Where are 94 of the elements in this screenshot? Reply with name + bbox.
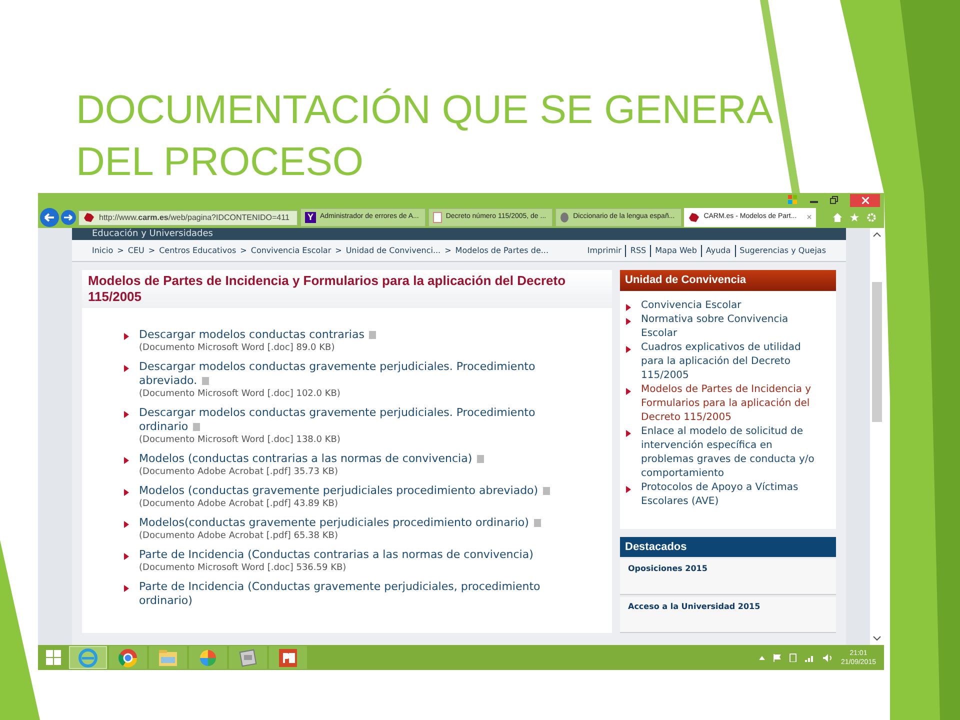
sidebar-link[interactable]: Normativa sobre Convivencia Escolar <box>641 313 820 341</box>
slide-title: DOCUMENTACIÓN QUE SE GENERA DEL PROCESO <box>76 87 773 186</box>
bullet-arrow-icon <box>626 388 631 395</box>
breadcrumb-separator: > <box>335 244 342 256</box>
scroll-thumb[interactable] <box>872 282 882 422</box>
home-icon <box>833 213 842 222</box>
utility-link[interactable]: Sugerencias y Quejas <box>734 244 826 256</box>
breadcrumb-link[interactable]: Centros Educativos <box>159 244 236 256</box>
breadcrumb-link[interactable]: Modelos de Partes de... <box>455 244 549 256</box>
folder-icon <box>158 648 178 666</box>
sidebar-link[interactable]: Protocolos de Apoyo a Víctimas Escolares (AVE) <box>641 481 820 509</box>
e-logo-icon <box>78 648 98 668</box>
taskbar-app-button[interactable] <box>229 646 267 669</box>
close-icon <box>862 196 868 204</box>
page-icon <box>432 212 442 223</box>
file-info: (Documento Adobe Acrobat [.pdf] 65.38 KB) <box>139 530 339 543</box>
bullet-arrow-icon <box>124 521 129 528</box>
featured-link[interactable]: Acceso a la Universidad 2015 <box>620 597 836 633</box>
document-link[interactable]: Modelos(conductas gravemente perjudiciales procedimiento ordinario) <box>139 516 541 530</box>
utility-link[interactable]: Ayuda <box>700 244 731 256</box>
pinwheel-icon <box>198 648 218 668</box>
bullet-arrow-icon <box>626 346 631 353</box>
url-text: http://www.carm.es/web/pagina?IDCONTENIDO=411 <box>99 212 290 224</box>
taskbar-app-button[interactable] <box>69 646 107 669</box>
chevron-down-icon <box>873 636 881 641</box>
left-arrow-icon <box>44 213 55 222</box>
battery-icon <box>788 653 797 662</box>
tool-window-icon <box>239 648 257 666</box>
bullet-arrow-icon <box>124 365 129 372</box>
sidebar-heading: Unidad de Convivencia <box>620 270 836 291</box>
bullet-arrow-icon <box>626 430 631 437</box>
settings-icon <box>867 213 876 222</box>
breadcrumb-link[interactable]: Convivencia Escolar <box>250 244 332 256</box>
close-tab-button[interactable]: × <box>806 210 812 224</box>
file-info: (Documento Microsoft Word [.doc] 102.0 KB) <box>139 388 342 401</box>
bullet-arrow-icon <box>124 553 129 560</box>
p-document-icon <box>278 648 298 668</box>
scrollbar[interactable] <box>870 228 884 645</box>
forward-button[interactable] <box>61 210 76 225</box>
speaker-icon <box>822 654 833 662</box>
restore-icon <box>830 196 838 204</box>
windows-flag-icon <box>788 195 798 205</box>
utility-link[interactable]: RSS <box>625 244 646 256</box>
region-map-icon <box>688 212 700 223</box>
breadcrumb-separator: > <box>148 244 156 256</box>
breadcrumb-separator: > <box>444 244 452 256</box>
sidebar-link[interactable]: Enlace al modelo de solicitud de intervención específica en problemas graves de conducta y/o comportamiento <box>641 425 820 481</box>
signal-icon <box>804 654 815 662</box>
utility-link[interactable]: Mapa Web <box>650 244 697 256</box>
utility-link[interactable]: Imprimir <box>587 244 622 256</box>
sidebar-link[interactable]: Modelos de Partes de Incidencia y Formularios para la aplicación del Decreto 115/2005 <box>641 383 820 425</box>
star-icon <box>850 213 859 222</box>
taskbar-app-button[interactable] <box>189 646 227 669</box>
bullet-arrow-icon <box>626 486 631 493</box>
document-link[interactable]: Modelos (conductas gravemente perjudiciales procedimiento abreviado) <box>139 484 550 498</box>
sidebar-link[interactable]: Convivencia Escolar <box>641 299 742 313</box>
document-link[interactable]: Descargar modelos conductas contrarias <box>139 328 376 342</box>
taskbar-app-button[interactable] <box>109 646 147 669</box>
breadcrumb-link[interactable]: CEU <box>128 244 144 256</box>
breadcrumb-link[interactable]: Inicio <box>92 244 114 256</box>
browser-logo-icon <box>118 648 138 668</box>
featured-heading: Destacados <box>620 537 836 557</box>
file-info: (Documento Microsoft Word [.doc] 89.0 KB) <box>139 342 336 355</box>
document-link[interactable]: Parte de Incidencia (Conductas contrarias a las normas de convivencia) <box>139 548 534 562</box>
tray-arrow-icon <box>758 656 765 660</box>
document-link[interactable]: Parte de Incidencia (Conductas gravemente perjudiciales, procedimiento ordinario) <box>139 580 570 608</box>
bullet-arrow-icon <box>124 457 129 464</box>
bullet-arrow-icon <box>124 585 129 592</box>
document-link[interactable]: Descargar modelos conductas gravemente perjudiciales. Procedimiento abreviado. <box>139 360 570 388</box>
breadcrumb-separator: > <box>117 244 124 256</box>
flag-icon <box>772 654 781 662</box>
breadcrumb-separator: > <box>240 244 247 256</box>
region-map-icon <box>83 212 95 223</box>
chevron-up-icon <box>873 232 881 237</box>
windows-logo-icon <box>46 650 60 665</box>
right-arrow-icon <box>64 214 73 221</box>
close-button[interactable] <box>850 194 880 206</box>
back-button[interactable] <box>40 208 59 227</box>
file-info: (Documento Microsoft Word [.doc] 138.0 KB) <box>139 434 342 447</box>
file-info: (Documento Adobe Acrobat [.pdf] 43.89 KB) <box>139 498 339 511</box>
document-link[interactable]: Descargar modelos conductas gravemente perjudiciales. Procedimiento ordinario <box>139 406 570 434</box>
bullet-arrow-icon <box>124 411 129 418</box>
file-info: (Documento Microsoft Word [.doc] 536.59 KB) <box>139 562 348 575</box>
address-bar[interactable]: http://www.carm.es/web/pagina?IDCONTENIDO=411 <box>78 210 298 226</box>
site-logo-icon: Y <box>305 212 316 223</box>
document-link[interactable]: Modelos (conductas contrarias a las normas de convivencia) <box>139 452 484 466</box>
featured-link[interactable]: Oposiciones 2015 <box>620 559 836 595</box>
breadcrumb-link[interactable]: Unidad de Convivenci... <box>346 244 441 256</box>
site-header-band: Educación y Universidades <box>72 228 846 240</box>
bullet-arrow-icon <box>124 489 129 496</box>
file-info: (Documento Adobe Acrobat [.pdf] 35.73 KB) <box>139 466 339 479</box>
taskbar-app-button[interactable] <box>269 646 307 669</box>
sidebar-link[interactable]: Cuadros explicativos de utilidad para la aplicación del Decreto 115/2005 <box>641 341 820 383</box>
bullet-arrow-icon <box>124 333 129 340</box>
